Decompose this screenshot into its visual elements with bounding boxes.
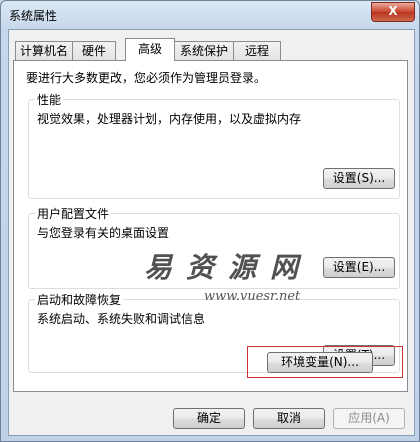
user-profiles-description: 与您登录有关的桌面设置 xyxy=(37,226,170,240)
startup-recovery-description: 系统启动、系统失败和调试信息 xyxy=(37,312,206,326)
cancel-button[interactable]: 取消 xyxy=(253,408,325,429)
title-bar[interactable]: 系统属性 X xyxy=(1,1,419,27)
user-profiles-group-title: 用户配置文件 xyxy=(35,205,112,222)
close-button[interactable]: X xyxy=(371,2,415,22)
advanced-tab-panel: 要进行大多数更改，您必须作为管理员登录。 性能 视觉效果，处理器计划，内存使用，… xyxy=(13,60,408,392)
watermark-url: www.vuesr.net xyxy=(204,289,301,304)
tab-system-protection[interactable]: 系统保护 xyxy=(174,41,234,60)
watermark-logo: 易资源网 xyxy=(144,251,313,284)
apply-button[interactable]: 应用(A) xyxy=(333,408,405,429)
tab-remote[interactable]: 远程 xyxy=(233,41,281,60)
user-profiles-settings-button[interactable]: 设置(E)... xyxy=(323,257,395,278)
ok-button[interactable]: 确定 xyxy=(173,408,245,429)
performance-settings-button[interactable]: 设置(S)... xyxy=(323,168,395,189)
tab-strip: 计算机名 硬件 高级 系统保护 远程 xyxy=(13,38,403,61)
dialog-client-area: 计算机名 硬件 高级 系统保护 远程 要进行大多数更改，您必须作为管理员登录。 … xyxy=(8,29,415,436)
performance-description: 视觉效果，处理器计划，内存使用，以及虚拟内存 xyxy=(37,112,302,126)
tab-hardware[interactable]: 硬件 xyxy=(72,41,116,60)
tab-advanced[interactable]: 高级 xyxy=(125,38,175,61)
admin-notice: 要进行大多数更改，您必须作为管理员登录。 xyxy=(26,71,267,85)
environment-variables-button[interactable]: 环境变量(N)... xyxy=(267,352,373,373)
performance-group-title: 性能 xyxy=(35,91,64,108)
window-title: 系统属性 xyxy=(9,9,58,23)
startup-recovery-group-title: 启动和故障恢复 xyxy=(35,291,124,308)
system-properties-window: 系统属性 X 计算机名 硬件 高级 系统保护 远程 要进行大多数更改，您必须作为… xyxy=(0,0,420,442)
performance-group: 性能 视觉效果，处理器计划，内存使用，以及虚拟内存 设置(S)... xyxy=(28,91,400,199)
tab-computer-name[interactable]: 计算机名 xyxy=(15,41,73,60)
